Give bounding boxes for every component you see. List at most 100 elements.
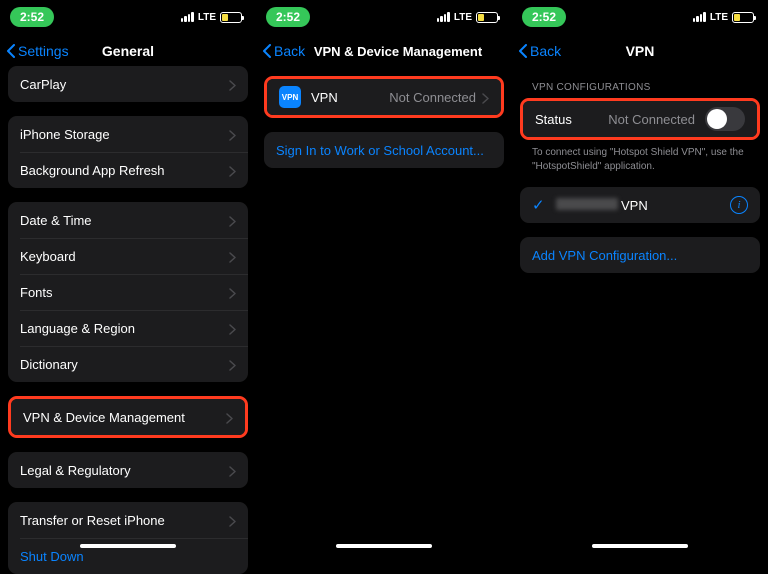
row-date-time[interactable]: Date & Time — [8, 202, 248, 238]
row-label: Language & Region — [20, 321, 229, 336]
row-label: Transfer or Reset iPhone — [20, 513, 229, 528]
nav-bar: Settings General — [0, 34, 256, 68]
chevron-right-icon — [229, 515, 236, 526]
row-label: Sign In to Work or School Account... — [276, 143, 492, 158]
group-reset: Transfer or Reset iPhone Shut Down — [8, 502, 248, 574]
group-vpn-highlight: VPN & Device Management — [8, 396, 248, 438]
row-dictionary[interactable]: Dictionary — [8, 346, 248, 382]
screen-vpn-device-management: 2:52 LTE Back VPN & Device Management VP… — [256, 0, 512, 553]
chevron-right-icon — [229, 287, 236, 298]
redacted-text — [556, 198, 618, 210]
back-button[interactable]: Settings — [6, 43, 69, 59]
status-indicators: LTE — [181, 12, 242, 23]
network-label: LTE — [198, 12, 216, 23]
back-label: Settings — [18, 43, 69, 59]
battery-icon — [732, 12, 754, 23]
row-signin-work-school[interactable]: Sign In to Work or School Account... — [264, 132, 504, 168]
chevron-right-icon — [482, 92, 489, 103]
group-vpn-highlight: VPN VPN Not Connected — [264, 76, 504, 118]
group-legal: Legal & Regulatory — [8, 452, 248, 488]
chevron-right-icon — [229, 323, 236, 334]
back-button[interactable]: Back — [262, 43, 305, 59]
page-title: VPN & Device Management — [314, 44, 482, 59]
row-vpn-device-management[interactable]: VPN & Device Management — [11, 399, 245, 435]
group-add-config: Add VPN Configuration... — [520, 237, 760, 273]
screen-vpn: 2:52 LTE Back VPN VPN CONFIGURATIONS Sta… — [512, 0, 768, 553]
chevron-left-icon — [262, 44, 272, 58]
group-locale: Date & Time Keyboard Fonts Language & Re… — [8, 202, 248, 382]
row-transfer-reset[interactable]: Transfer or Reset iPhone — [8, 502, 248, 538]
checkmark-icon: ✓ — [532, 196, 546, 214]
signal-icon — [181, 12, 194, 22]
row-value: Not Connected — [608, 112, 695, 127]
chevron-right-icon — [229, 79, 236, 90]
row-label: Status — [535, 112, 608, 127]
row-background-refresh[interactable]: Background App Refresh — [8, 152, 248, 188]
chevron-right-icon — [229, 215, 236, 226]
row-label: CarPlay — [20, 77, 229, 92]
home-indicator[interactable] — [336, 544, 432, 548]
row-label: Dictionary — [20, 357, 229, 372]
row-language-region[interactable]: Language & Region — [8, 310, 248, 346]
row-status: Status Not Connected — [523, 101, 757, 137]
chevron-right-icon — [229, 165, 236, 176]
back-button[interactable]: Back — [518, 43, 561, 59]
section-header-vpn-config: VPN CONFIGURATIONS — [520, 82, 760, 98]
chevron-right-icon — [226, 412, 233, 423]
home-indicator[interactable] — [592, 544, 688, 548]
row-label: Date & Time — [20, 213, 229, 228]
row-label: Add VPN Configuration... — [532, 248, 748, 263]
row-label: VPN — [556, 198, 730, 213]
info-icon[interactable]: i — [730, 196, 748, 214]
row-label: VPN — [311, 90, 389, 105]
row-label: Legal & Regulatory — [20, 463, 229, 478]
row-label: VPN & Device Management — [23, 410, 226, 425]
row-legal[interactable]: Legal & Regulatory — [8, 452, 248, 488]
row-label: iPhone Storage — [20, 127, 229, 142]
group-storage: iPhone Storage Background App Refresh — [8, 116, 248, 188]
row-add-vpn-config[interactable]: Add VPN Configuration... — [520, 237, 760, 273]
battery-icon — [476, 12, 498, 23]
vpn-icon: VPN — [279, 86, 301, 108]
chevron-right-icon — [229, 359, 236, 370]
row-fonts[interactable]: Fonts — [8, 274, 248, 310]
screen-general: 2:52 LTE Settings General CarPlay i — [0, 0, 256, 553]
row-iphone-storage[interactable]: iPhone Storage — [8, 116, 248, 152]
page-title: General — [102, 43, 154, 59]
group-config: ✓ VPN i — [520, 187, 760, 223]
network-label: LTE — [454, 12, 472, 23]
row-vpn[interactable]: VPN VPN Not Connected — [267, 79, 501, 115]
footnote: To connect using "Hotspot Shield VPN", u… — [520, 140, 760, 173]
page-title: VPN — [626, 43, 655, 59]
row-label: Shut Down — [20, 549, 236, 564]
config-suffix: VPN — [621, 198, 648, 213]
back-label: Back — [274, 43, 305, 59]
battery-icon — [220, 12, 242, 23]
status-bar: 2:52 LTE — [512, 0, 768, 34]
time-pill: 2:52 — [10, 7, 54, 27]
row-keyboard[interactable]: Keyboard — [8, 238, 248, 274]
group-status-highlight: Status Not Connected — [520, 98, 760, 140]
signal-icon — [437, 12, 450, 22]
chevron-right-icon — [229, 251, 236, 262]
row-label: Keyboard — [20, 249, 229, 264]
status-toggle[interactable] — [705, 107, 745, 131]
back-label: Back — [530, 43, 561, 59]
row-vpn-config-selected[interactable]: ✓ VPN i — [520, 187, 760, 223]
home-indicator[interactable] — [80, 544, 176, 548]
row-label: Fonts — [20, 285, 229, 300]
status-indicators: LTE — [693, 12, 754, 23]
time-pill: 2:52 — [522, 7, 566, 27]
group-carplay: CarPlay — [8, 66, 248, 102]
status-indicators: LTE — [437, 12, 498, 23]
row-label: Background App Refresh — [20, 163, 229, 178]
nav-bar: Back VPN — [512, 34, 768, 68]
chevron-left-icon — [518, 44, 528, 58]
chevron-right-icon — [229, 129, 236, 140]
status-bar: 2:52 LTE — [256, 0, 512, 34]
signal-icon — [693, 12, 706, 22]
row-carplay[interactable]: CarPlay — [8, 66, 248, 102]
time-pill: 2:52 — [266, 7, 310, 27]
row-value: Not Connected — [389, 90, 476, 105]
network-label: LTE — [710, 12, 728, 23]
